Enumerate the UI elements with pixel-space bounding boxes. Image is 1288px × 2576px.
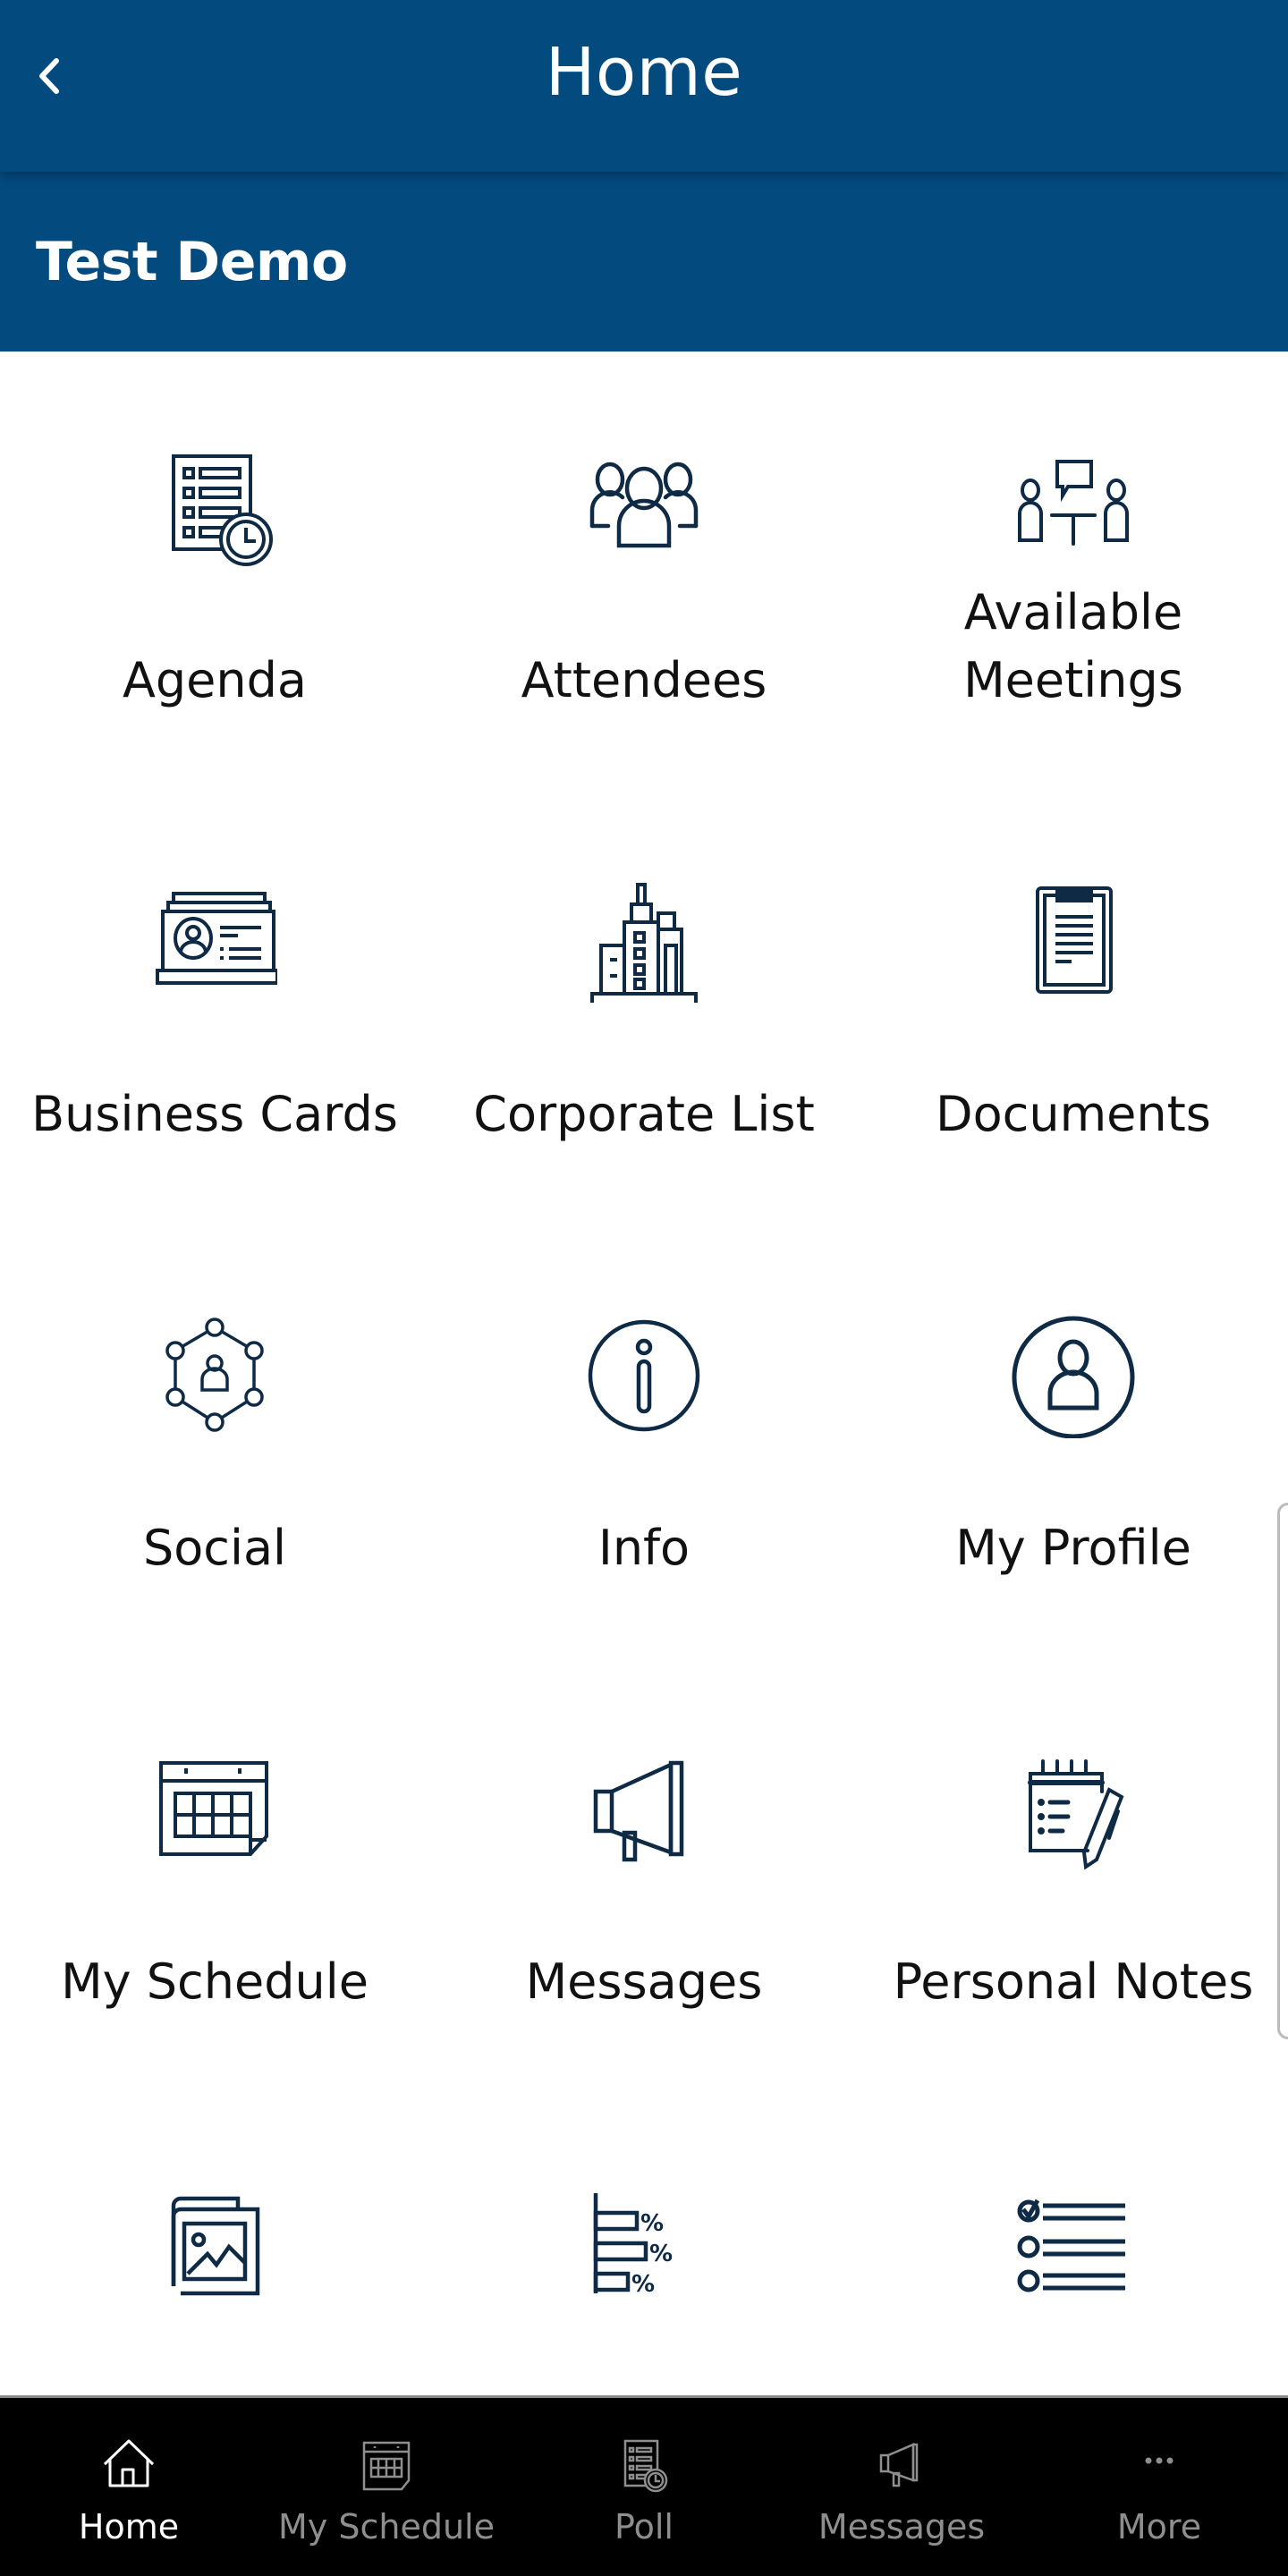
- tile-info[interactable]: Info: [429, 1219, 859, 1653]
- tile-label: Corporate List: [473, 1086, 815, 1142]
- office-building-icon: [581, 879, 707, 1004]
- tile-available-meetings[interactable]: Available Meetings: [859, 352, 1288, 785]
- tile-documents[interactable]: Documents: [859, 785, 1288, 1219]
- info-circle-icon: [581, 1313, 707, 1438]
- nav-item-poll[interactable]: Poll: [515, 2398, 773, 2576]
- tile-my-schedule[interactable]: My Schedule: [0, 1653, 429, 2087]
- nav-label: Poll: [614, 2507, 674, 2546]
- nav-item-home[interactable]: Home: [0, 2398, 258, 2576]
- social-network-icon: [152, 1313, 277, 1438]
- tile-label: Social: [142, 1520, 287, 1576]
- tile-label: Messages: [525, 1953, 763, 2010]
- bottom-nav: Home My Schedule Poll Messages More: [0, 2395, 1288, 2576]
- tile-label: Attendees: [521, 652, 767, 708]
- event-name: Test Demo: [36, 231, 348, 293]
- megaphone-icon: [870, 2434, 933, 2496]
- agenda-clock-icon: [152, 445, 277, 571]
- tile-label: My Profile: [955, 1520, 1191, 1576]
- nav-label: Messages: [818, 2507, 986, 2546]
- tile-label: Agenda: [122, 652, 308, 708]
- tile-label: Documents: [936, 1086, 1211, 1142]
- tile-photo-gallery[interactable]: [0, 2087, 429, 2395]
- tile-attendees[interactable]: Attendees: [429, 352, 859, 785]
- profile-circle-icon: [1011, 1313, 1136, 1438]
- svg-text:%: %: [631, 2271, 655, 2298]
- tile-label: Personal Notes: [893, 1953, 1254, 2010]
- tile-personal-notes[interactable]: Personal Notes: [859, 1653, 1288, 2087]
- tile-poll-results[interactable]: % % %: [429, 2087, 859, 2395]
- tile-business-cards[interactable]: Business Cards: [0, 785, 429, 1219]
- app-header: Home: [0, 0, 1288, 172]
- megaphone-icon: [581, 1747, 707, 1872]
- notepad-pencil-icon: [1011, 1747, 1136, 1872]
- tile-label: Info: [597, 1520, 691, 1576]
- tile-label-line: Available: [963, 584, 1183, 640]
- nav-item-my-schedule[interactable]: My Schedule: [258, 2398, 515, 2576]
- calendar-icon: [152, 1747, 277, 1872]
- nav-label: My Schedule: [278, 2507, 495, 2546]
- svg-text:%: %: [649, 2241, 673, 2267]
- tile-agenda[interactable]: Agenda: [0, 352, 429, 785]
- tile-label: My Schedule: [61, 1953, 369, 2010]
- business-card-icon: [152, 879, 277, 1004]
- nav-label: More: [1116, 2507, 1202, 2546]
- home-menu-grid: Agenda Attendees Available Meetings Busi…: [0, 352, 1288, 2395]
- nav-label: Home: [78, 2507, 180, 2546]
- calendar-icon: [355, 2434, 418, 2496]
- svg-text:%: %: [640, 2210, 664, 2237]
- side-drawer-handle[interactable]: [1277, 1503, 1288, 2039]
- nav-item-more[interactable]: More: [1030, 2398, 1288, 2576]
- tile-messages[interactable]: Messages: [429, 1653, 859, 2087]
- tile-social[interactable]: Social: [0, 1219, 429, 1653]
- tile-label-line: Meetings: [963, 652, 1183, 708]
- agenda-clock-icon: [613, 2434, 675, 2496]
- checklist-icon: [1011, 2181, 1136, 2306]
- tile-label: Business Cards: [31, 1086, 398, 1142]
- clipboard-document-icon: [1011, 879, 1136, 1004]
- photo-gallery-icon: [152, 2181, 277, 2306]
- tile-corporate-list[interactable]: Corporate List: [429, 785, 859, 1219]
- tile-checklist[interactable]: [859, 2087, 1288, 2395]
- poll-percent-chart-icon: % % %: [581, 2181, 707, 2306]
- nav-item-messages[interactable]: Messages: [773, 2398, 1030, 2576]
- meeting-table-icon: [1011, 445, 1136, 571]
- page-title: Home: [545, 34, 743, 111]
- home-icon: [97, 2434, 160, 2496]
- more-dots-icon: [1128, 2434, 1191, 2496]
- tile-my-profile[interactable]: My Profile: [859, 1219, 1288, 1653]
- tile-label: Available Meetings: [859, 579, 1288, 715]
- people-group-icon: [581, 445, 707, 571]
